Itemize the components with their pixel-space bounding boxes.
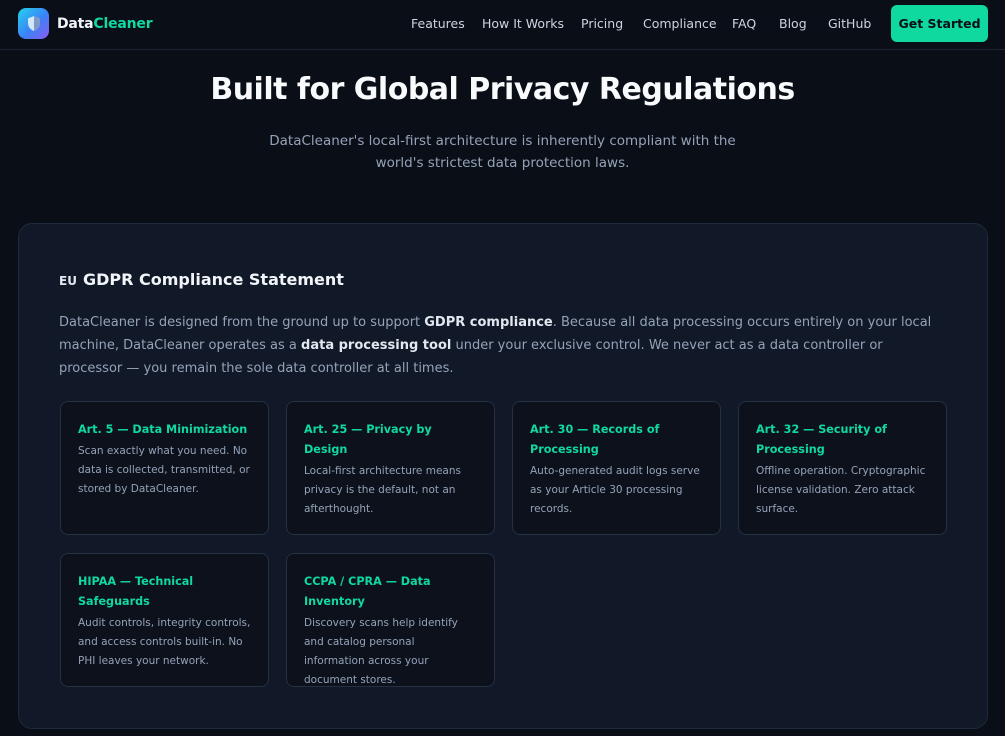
nav-links: Features How It Works Pricing Compliance… [0,16,1005,34]
nav-link-compliance[interactable]: Compliance [643,16,717,31]
card-description: Offline operation. Cryptographic license… [756,465,926,515]
gdpr-statement: DataCleaner is designed from the ground … [59,311,949,380]
compliance-card-hipaa: HIPAA — Technical Safeguards Audit contr… [60,553,269,687]
card-description: Local-first architecture means privacy i… [304,465,461,515]
nav-link-github[interactable]: GitHub [828,16,871,31]
eu-flag-icon: EU [59,274,77,288]
gdpr-statement-emphasis-2: data processing tool [301,338,452,353]
compliance-card-art25: Art. 25 — Privacy by Design Local-first … [286,401,495,535]
get-started-button[interactable]: Get Started [891,5,988,42]
gdpr-compliance-panel: EU GDPR Compliance Statement DataCleaner… [18,223,988,729]
compliance-card-ccpa: CCPA / CPRA — Data Inventory Discovery s… [286,553,495,687]
card-description: Audit controls, integrity controls, and … [78,617,251,667]
page-subtitle: DataCleaner's local-first architecture i… [269,133,736,171]
nav-link-features[interactable]: Features [411,16,465,31]
top-navbar: DataCleaner Features How It Works Pricin… [0,0,1005,50]
compliance-card-art5: Art. 5 — Data Minimization Scan exactly … [60,401,269,535]
card-description: Discovery scans help identify and catalo… [304,617,458,686]
card-title: CCPA / CPRA — Data Inventory [304,575,431,608]
compliance-card-art30: Art. 30 — Records of Processing Auto-gen… [512,401,721,535]
gdpr-heading-text: GDPR Compliance Statement [82,270,344,289]
gdpr-heading: EU GDPR Compliance Statement [59,270,344,289]
card-title: HIPAA — Technical Safeguards [78,575,194,608]
page-title: Built for Global Privacy Regulations [210,72,795,107]
nav-link-pricing[interactable]: Pricing [581,16,623,31]
nav-link-blog[interactable]: Blog [779,16,807,31]
compliance-card-art32: Art. 32 — Security of Processing Offline… [738,401,947,535]
nav-link-how-it-works[interactable]: How It Works [482,16,564,31]
card-title: Art. 5 — Data Minimization [78,423,248,436]
card-description: Auto-generated audit logs serve as your … [530,465,700,515]
gdpr-statement-emphasis-1: GDPR compliance [424,315,553,330]
card-title: Art. 30 — Records of Processing [530,423,660,456]
card-description: Scan exactly what you need. No data is c… [78,445,250,495]
gdpr-statement-part1: DataCleaner is designed from the ground … [59,315,425,330]
card-title: Art. 25 — Privacy by Design [304,423,432,456]
card-title: Art. 32 — Security of Processing [756,423,887,456]
nav-link-faq[interactable]: FAQ [732,16,756,31]
